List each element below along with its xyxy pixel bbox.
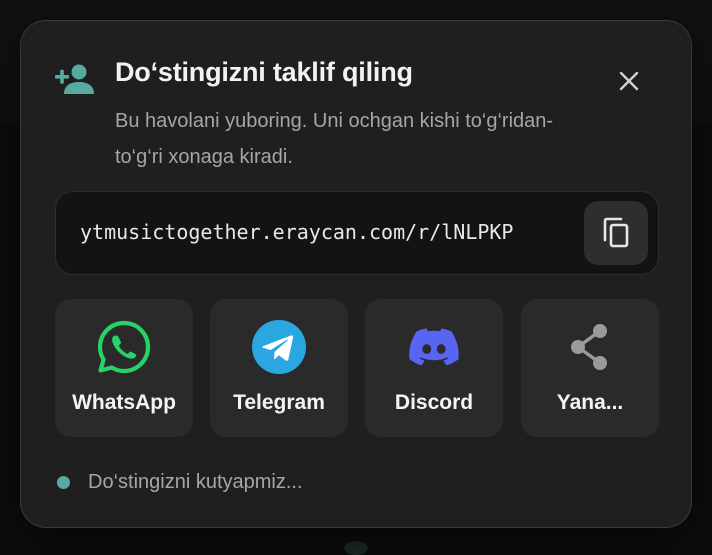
close-icon	[619, 71, 639, 91]
share-more-button[interactable]: Yana...	[521, 299, 659, 437]
share-more-label: Yana...	[556, 391, 624, 414]
waiting-status: Do‘stingizni kutyapmiz...	[57, 467, 303, 497]
close-button[interactable]	[613, 65, 645, 97]
add-person-icon	[55, 63, 95, 95]
invite-link-text[interactable]: ytmusictogether.eraycan.com/r/lNLPKP	[80, 220, 513, 244]
copy-icon	[603, 217, 629, 248]
share-discord-button[interactable]: Discord	[365, 299, 503, 437]
share-discord-label: Discord	[394, 391, 474, 414]
share-icon	[571, 324, 607, 370]
share-whatsapp-label: WhatsApp	[72, 391, 176, 414]
invite-link-field: ytmusictogether.eraycan.com/r/lNLPKP	[55, 191, 659, 275]
share-options: WhatsApp Telegram Discord Yana...	[55, 299, 659, 437]
share-telegram-label: Telegram	[233, 391, 325, 414]
status-text: Do‘stingizni kutyapmiz...	[88, 470, 303, 493]
backdrop-element	[344, 541, 368, 555]
share-telegram-button[interactable]: Telegram	[210, 299, 348, 437]
dialog-description: Bu havolani yuboring. Uni ochgan kishi t…	[115, 110, 554, 168]
telegram-icon	[252, 320, 306, 374]
whatsapp-icon	[97, 320, 151, 374]
dialog-title: Do‘stingizni taklif qiling	[115, 57, 413, 87]
share-whatsapp-button[interactable]: WhatsApp	[55, 299, 193, 437]
status-indicator-dot	[57, 475, 70, 489]
copy-link-button[interactable]	[584, 201, 648, 265]
discord-icon	[409, 328, 459, 366]
invite-friend-dialog: Do‘stingizni taklif qiling Bu havolani y…	[20, 20, 692, 528]
